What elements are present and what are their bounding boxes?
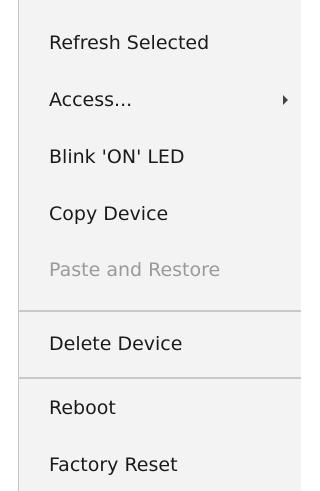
menu-separator [19, 377, 301, 379]
menu-item-reboot[interactable]: Reboot [19, 382, 301, 434]
chevron-right-icon [283, 95, 288, 105]
menu-item-access-label: Access... [49, 89, 133, 111]
menu-item-refresh-selected[interactable]: Refresh Selected [19, 17, 301, 69]
menu-item-blink-on-led[interactable]: Blink 'ON' LED [19, 131, 301, 183]
menu-item-delete-device[interactable]: Delete Device [19, 318, 301, 370]
menu-item-paste-and-restore: Paste and Restore [49, 259, 221, 281]
menu-separator [19, 310, 301, 312]
context-menu: Refresh Selected Access... Blink 'ON' LE… [18, 0, 301, 491]
menu-item-access[interactable]: Access... [19, 74, 301, 126]
menu-item-factory-reset[interactable]: Factory Reset [19, 439, 301, 491]
menu-item-copy-device[interactable]: Copy Device [19, 188, 301, 240]
